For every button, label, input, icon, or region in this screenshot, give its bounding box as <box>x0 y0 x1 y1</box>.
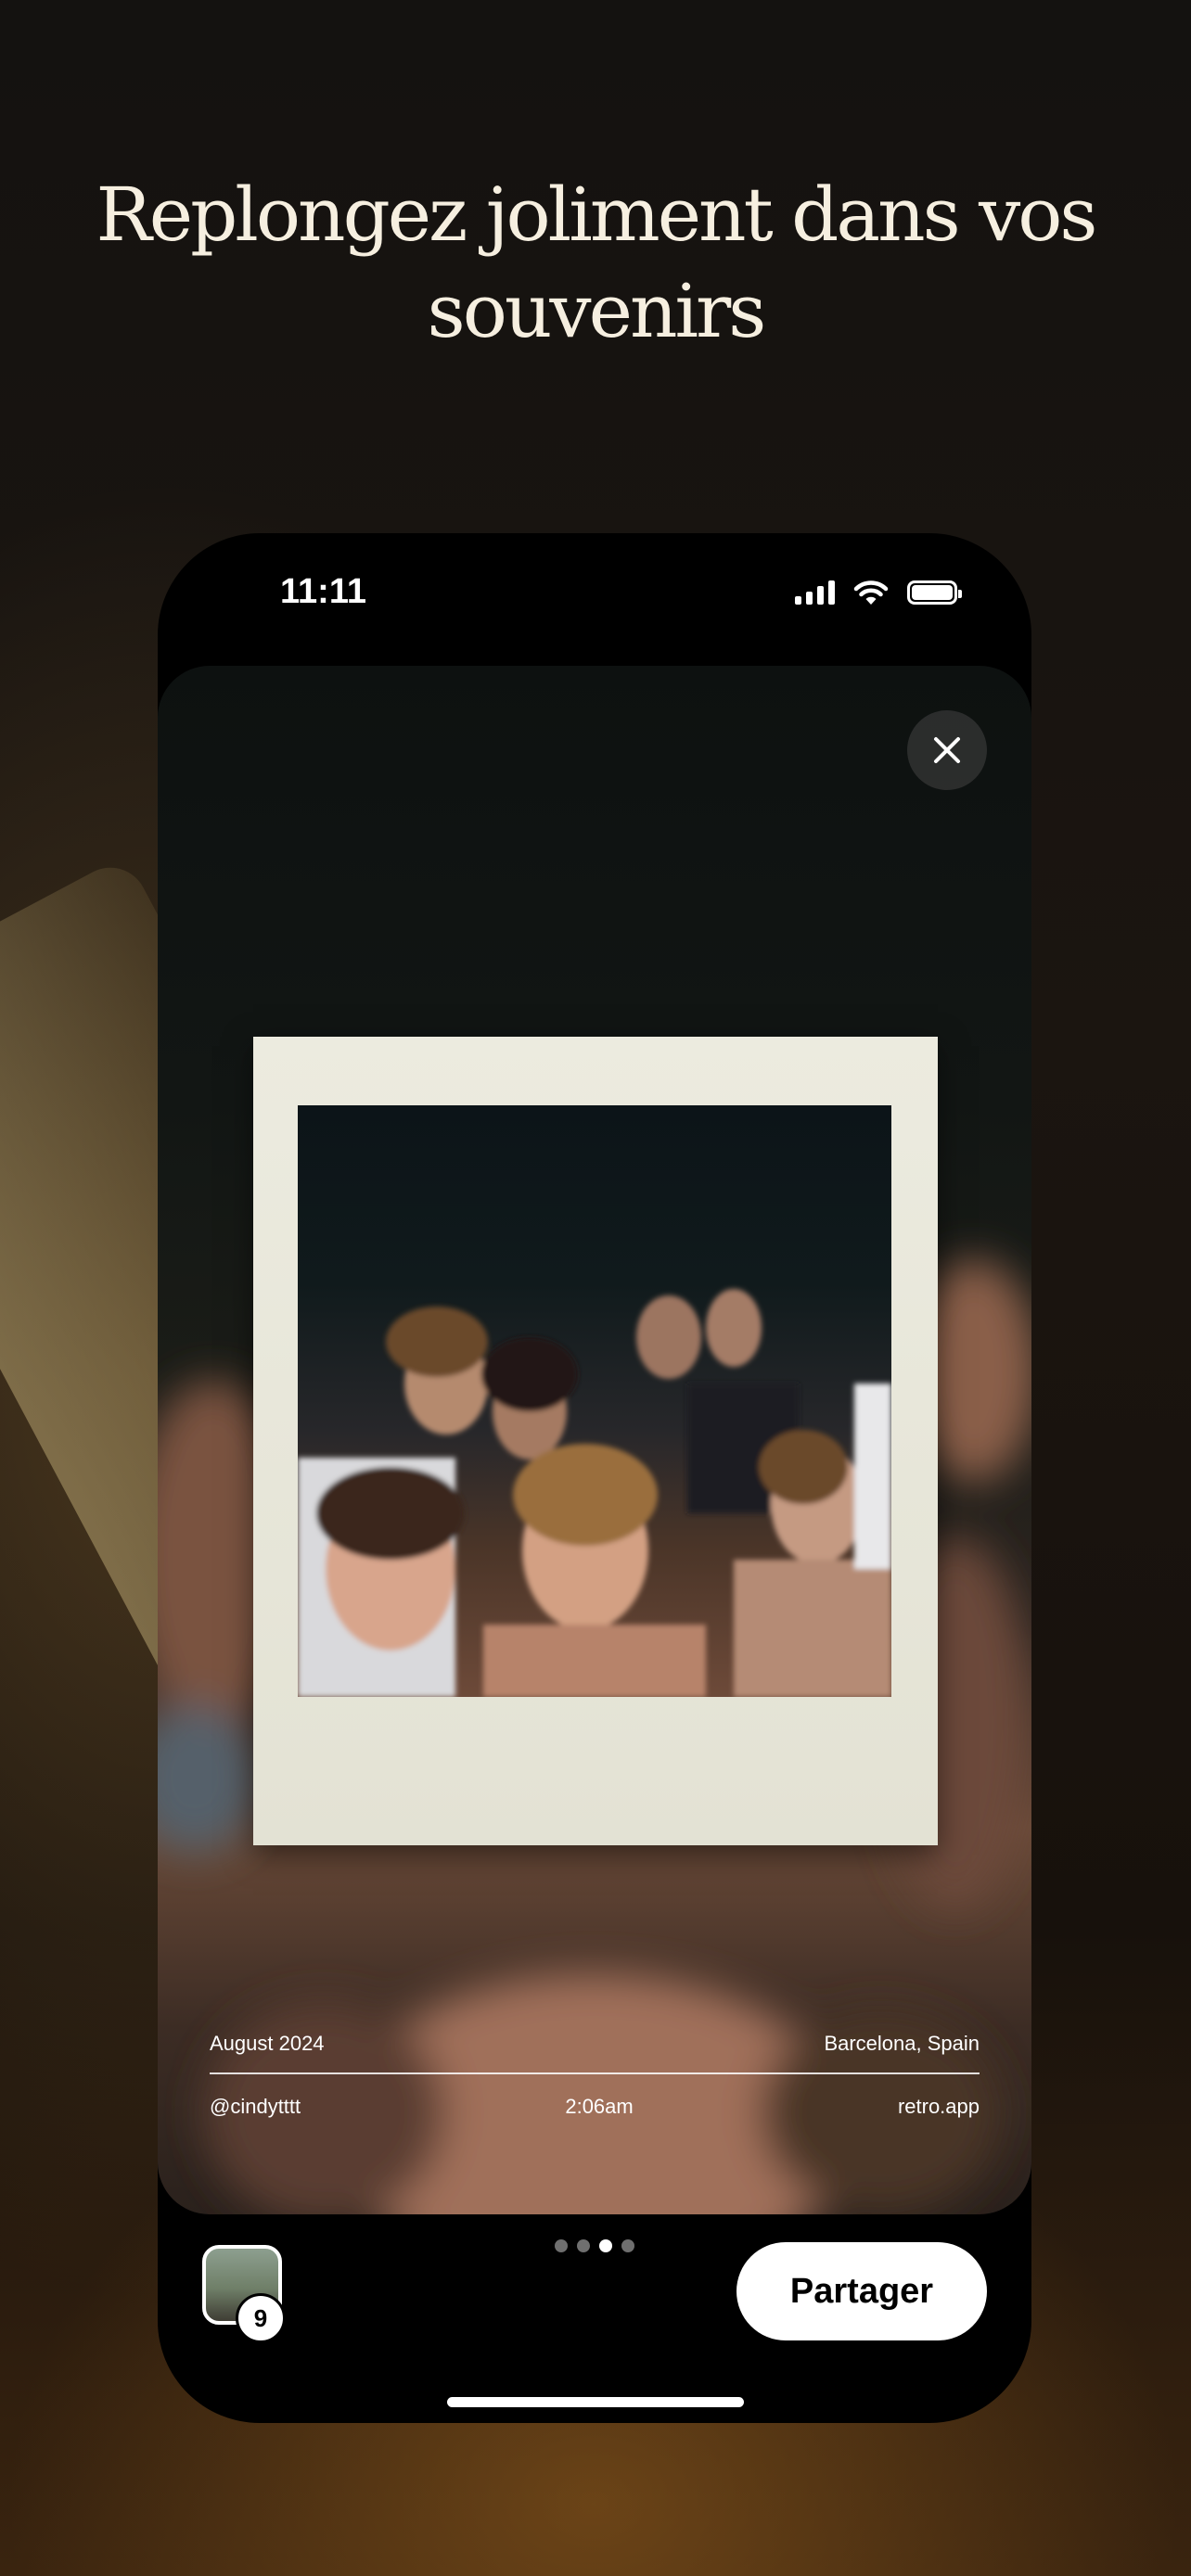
photo-site: retro.app <box>897 2095 980 2118</box>
cellular-signal-icon <box>795 580 835 605</box>
status-time: 11:11 <box>280 572 366 611</box>
page-headline: Replongez joliment dans vos souvenirs <box>0 167 1191 360</box>
metadata-top-row: August 2024 Barcelona, Spain <box>210 2032 980 2056</box>
close-button[interactable] <box>907 710 987 790</box>
page-dot-active[interactable] <box>599 2239 612 2252</box>
battery-icon <box>907 580 962 605</box>
photo-user: @cindytttt <box>210 2095 301 2118</box>
home-indicator[interactable] <box>447 2397 744 2407</box>
crowd-photo-illustration <box>298 1289 891 1697</box>
polaroid-frame <box>253 1037 938 1845</box>
page-dot[interactable] <box>621 2239 634 2252</box>
page-indicator <box>555 2239 634 2252</box>
phone-mockup: 11:11 August 2024 Barcelona, Spain @cind… <box>158 533 1031 2423</box>
photo-location: Barcelona, Spain <box>824 2032 980 2055</box>
close-icon <box>934 737 960 763</box>
page-dot[interactable] <box>555 2239 568 2252</box>
bottom-bar: 9 Partager <box>158 2214 1031 2423</box>
status-icons <box>795 580 962 606</box>
page-dot[interactable] <box>577 2239 590 2252</box>
metadata-bottom-row: @cindytttt 2:06am retro.app <box>210 2095 980 2119</box>
metadata-divider <box>210 2072 980 2074</box>
photo-date: August 2024 <box>210 2032 325 2055</box>
photo-time: 2:06am <box>565 2095 634 2118</box>
wifi-icon <box>853 580 889 605</box>
thumbnail-count-badge: 9 <box>236 2293 286 2343</box>
photo-screen: August 2024 Barcelona, Spain @cindytttt … <box>158 666 1031 2214</box>
photo-metadata: August 2024 Barcelona, Spain @cindytttt … <box>210 2032 980 2119</box>
headline-text: Replongez joliment dans vos souvenirs <box>96 172 1098 354</box>
polaroid-photo <box>298 1105 891 1697</box>
share-button[interactable]: Partager <box>736 2242 987 2340</box>
